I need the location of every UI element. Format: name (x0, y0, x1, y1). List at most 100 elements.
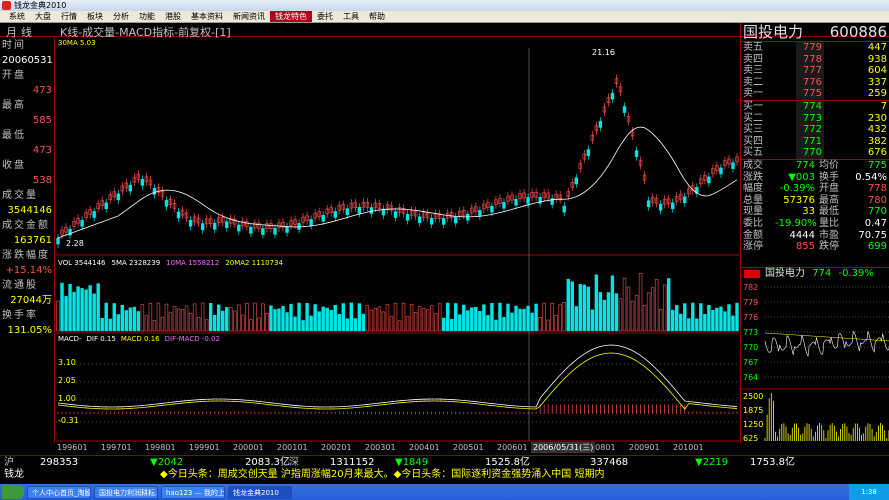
left-label-1: 开盘 (2, 70, 26, 81)
window-title: 钱龙金典2010 (14, 1, 67, 10)
menu-item-8[interactable]: 新闻资讯 (228, 11, 270, 22)
chart-area[interactable]: 30MA 5.03 21.16 2.28 VOL 3544146 5MA 2328… (56, 38, 739, 453)
candle-body (490, 205, 494, 213)
vol-legend-item: 20MA2 1110734 (225, 259, 283, 267)
volume-bar (518, 308, 522, 332)
volume-bar (325, 307, 329, 332)
volume-bar (329, 309, 333, 332)
volume-bar (707, 304, 711, 332)
candle-body (562, 205, 566, 213)
volume-bar (385, 304, 390, 332)
volume-bar (345, 318, 349, 332)
clock: 1:38 (849, 484, 889, 500)
volume-bar (393, 302, 398, 332)
volume-bar (594, 274, 599, 332)
candle-body (104, 202, 108, 210)
mini-vol-tick: 1875 (743, 406, 763, 415)
volume-bar (337, 314, 341, 332)
volume-bar (691, 302, 695, 332)
volume-bar (522, 308, 526, 332)
x-tick: 200601 (497, 443, 528, 452)
x-tick: 199901 (189, 443, 220, 452)
taskbar-item[interactable]: 钱龙金典2010 (228, 485, 292, 499)
volume-bar (474, 306, 478, 332)
volume-bar (245, 303, 249, 332)
mini-vol-tick: 625 (743, 434, 758, 443)
left-label-4: 收盘 (2, 160, 26, 171)
x-tick: 199601 (57, 443, 88, 452)
taskbar-item[interactable]: hao123 — 我的上... (161, 485, 225, 499)
volume-bar (417, 306, 422, 332)
candle-body (176, 211, 181, 219)
menu-item-12[interactable]: 帮助 (364, 11, 390, 22)
sell-row: 卖五 779 447 (743, 42, 887, 54)
volume-bar (297, 302, 301, 332)
menu-item-2[interactable]: 行情 (56, 11, 82, 22)
candle-body (719, 167, 723, 175)
volume-bar (120, 304, 124, 332)
menu-item-0[interactable]: 系统 (4, 11, 30, 22)
stat-row: 涨跌 ▼003 换手 0.54% (743, 171, 887, 183)
stat-row: 委比 -19.90% 量比 0.47 (743, 217, 887, 229)
taskbar-item[interactable]: 个人中心首页_淘股... (27, 485, 91, 499)
menu-item-9[interactable]: 钱龙特色 (270, 11, 312, 22)
peak-label: 21.16 (592, 48, 615, 57)
volume-bar (96, 283, 100, 332)
volume-bar (269, 305, 273, 332)
volume-bar (662, 284, 667, 332)
ticker-text[interactable]: ◆今日头条：周成交创天量 沪指周涨幅20月来最大。◆今日头条：国际逐利资金强势涌… (160, 468, 604, 482)
left-value-6: 163761 (13, 235, 52, 246)
mini-chart[interactable]: 国投电力 774 -0.39% 782 779 776 773 770 767 764 250… (741, 267, 889, 443)
volume-bar (478, 310, 482, 332)
brand-label: 钱龙 (4, 469, 24, 480)
x-tick: 200401 (409, 443, 440, 452)
volume-bar (666, 278, 671, 332)
volume-bar (421, 308, 426, 332)
candle-body (152, 188, 157, 195)
x-tick: 199701 (101, 443, 132, 452)
menu-item-6[interactable]: 港股 (160, 11, 186, 22)
volume-bar (365, 305, 370, 332)
macd-ytick: 1.00 (58, 394, 76, 403)
volume-bar (409, 303, 414, 332)
menu-item-7[interactable]: 基本资料 (186, 11, 228, 22)
menu-item-1[interactable]: 大盘 (30, 11, 56, 22)
volume-bar (369, 309, 374, 332)
candle-body (441, 218, 446, 225)
volume-bar (148, 302, 153, 332)
volume-bar (622, 277, 627, 332)
candle-body (429, 217, 434, 225)
menu-item-3[interactable]: 板块 (82, 11, 108, 22)
candle-body (671, 202, 675, 210)
volume-bar (614, 293, 619, 332)
candle-body (285, 226, 289, 233)
volume-bar (534, 303, 538, 332)
volume-bar (510, 312, 514, 332)
x-tick: 200901 (629, 443, 660, 452)
mini-vol-tick: 1250 (743, 420, 763, 429)
candle-body (598, 121, 603, 128)
candle-body (658, 203, 663, 211)
stat-row: 总量 57376 最高 780 (743, 194, 887, 206)
volume-bar (446, 302, 450, 332)
sell-row: 卖二 776 337 (743, 76, 887, 89)
volume-bar (309, 315, 313, 332)
news-ticker[interactable]: 钱龙 ◆今日头条：周成交创天量 沪指周涨幅20月来最大。◆今日头条：国际逐利资金… (0, 468, 889, 482)
volume-bar (514, 305, 518, 332)
volume-bar (397, 320, 402, 332)
ma-line (57, 126, 738, 239)
menu-item-5[interactable]: 功能 (134, 11, 160, 22)
volume-bar (389, 315, 394, 332)
volume-bar (164, 303, 169, 332)
chart-svg[interactable] (56, 38, 739, 443)
volume-bar (80, 288, 84, 332)
taskbar-item[interactable]: 国投电力利润耕耘... (94, 485, 158, 499)
start-button[interactable] (2, 485, 24, 499)
menu-item-4[interactable]: 分析 (108, 11, 134, 22)
stat-row: 涨停 855 跌停 699 (743, 241, 887, 253)
menu-item-10[interactable]: 委托 (312, 11, 338, 22)
volume-bar (634, 294, 639, 332)
x-tick: 201001 (673, 443, 704, 452)
volume-bar (703, 313, 707, 332)
menu-item-11[interactable]: 工具 (338, 11, 364, 22)
